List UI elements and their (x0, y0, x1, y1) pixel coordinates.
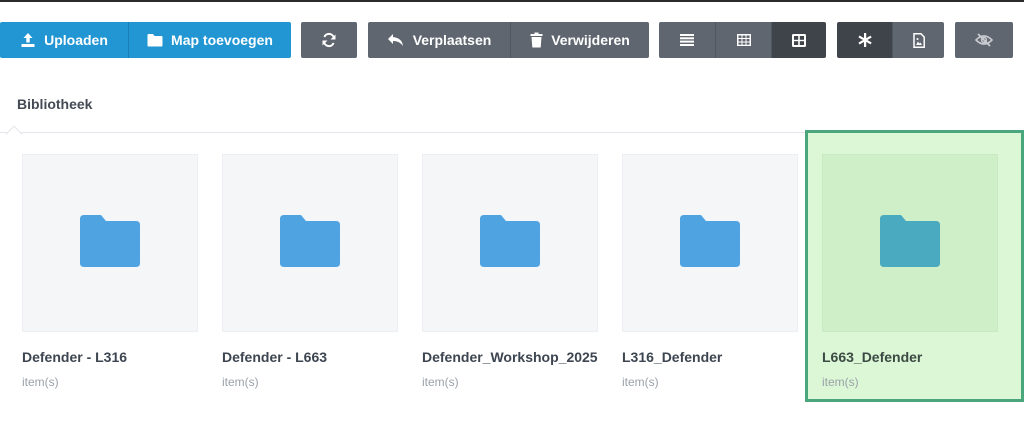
view-grid-large-button[interactable] (771, 22, 826, 58)
folder-card[interactable]: Defender - L663 item(s) (200, 134, 400, 404)
trash-icon (530, 32, 543, 48)
delete-button[interactable]: Verwijderen (510, 22, 649, 58)
reply-icon (387, 33, 405, 47)
view-grid-small-button[interactable] (715, 22, 771, 58)
asterisk-icon (857, 33, 872, 47)
folder-card-selected[interactable]: L663_Defender item(s) (805, 130, 1024, 402)
folder-thumbnail (22, 154, 198, 332)
upload-group: Uploaden Map toevoegen (0, 22, 291, 58)
list-icon (680, 34, 694, 46)
edit-group: Verplaatsen Verwijderen (368, 22, 649, 58)
folder-name: L663_Defender (822, 349, 923, 365)
add-folder-label: Map toevoegen (171, 32, 273, 48)
folder-icon (480, 214, 540, 272)
folder-name: Defender - L663 (222, 349, 328, 365)
upload-button[interactable]: Uploaden (0, 22, 128, 58)
folder-icon (147, 33, 163, 47)
upload-label: Uploaden (44, 32, 108, 48)
folder-name: Defender_Workshop_2025 (422, 349, 598, 365)
folder-icon (880, 214, 940, 272)
add-folder-button[interactable]: Map toevoegen (128, 22, 291, 58)
move-label: Verplaatsen (412, 32, 492, 48)
upload-icon (20, 32, 36, 48)
folder-item-count: item(s) (622, 375, 659, 389)
grid-small-icon (736, 34, 751, 46)
folder-grid: Defender - L316 item(s) Defender - L663 … (0, 130, 1024, 422)
folder-item-count: item(s) (822, 375, 859, 389)
folder-icon (680, 214, 740, 272)
folder-thumbnail (222, 154, 398, 332)
folder-thumbnail (822, 154, 998, 332)
refresh-group (301, 22, 357, 58)
show-all-button[interactable] (837, 22, 892, 58)
refresh-icon (321, 32, 337, 48)
images-only-button[interactable] (892, 22, 944, 58)
folder-item-count: item(s) (422, 375, 459, 389)
folder-card[interactable]: L316_Defender item(s) (600, 134, 800, 404)
hidden-group (955, 22, 1013, 58)
grid-large-icon (792, 33, 806, 47)
folder-name: L316_Defender (622, 349, 723, 365)
refresh-button[interactable] (301, 22, 357, 58)
folder-item-count: item(s) (222, 375, 259, 389)
view-list-button[interactable] (659, 22, 715, 58)
folder-thumbnail (622, 154, 798, 332)
folder-thumbnail (422, 154, 598, 332)
eye-slash-icon (975, 33, 993, 47)
folder-name: Defender - L316 (22, 349, 128, 365)
move-button[interactable]: Verplaatsen (368, 22, 510, 58)
filter-group (837, 22, 944, 58)
folder-icon (80, 214, 140, 272)
image-file-icon (912, 32, 925, 48)
breadcrumb-current[interactable]: Bibliotheek (17, 96, 92, 112)
breadcrumb: Bibliotheek (0, 76, 1024, 133)
toggle-hidden-button[interactable] (955, 22, 1013, 58)
folder-item-count: item(s) (22, 375, 59, 389)
toolbar: Uploaden Map toevoegen Verplaatsen Verwi… (0, 22, 1024, 58)
folder-card[interactable]: Defender - L316 item(s) (0, 134, 200, 404)
delete-label: Verwijderen (551, 32, 630, 48)
window-top-edge (0, 0, 1024, 2)
folder-icon (280, 214, 340, 272)
folder-card[interactable]: Defender_Workshop_2025 item(s) (400, 134, 600, 404)
view-mode-group (659, 22, 826, 58)
